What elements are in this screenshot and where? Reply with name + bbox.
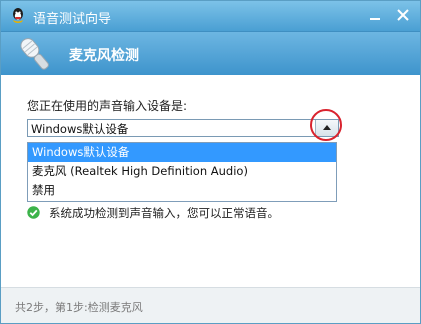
- status-message: 系统成功检测到声音输入，您可以正常语音。: [49, 206, 279, 220]
- device-dropdown-list: Windows默认设备 麦克风 (Realtek High Definition…: [27, 142, 337, 202]
- close-button[interactable]: [393, 5, 413, 25]
- check-circle-icon: [27, 206, 40, 219]
- microphone-icon: [20, 38, 49, 70]
- minimize-icon: [370, 18, 380, 20]
- close-icon: [397, 9, 409, 21]
- dropdown-option-microphone[interactable]: 麦克风 (Realtek High Definition Audio): [28, 162, 336, 181]
- dropdown-option-disabled[interactable]: 禁用: [28, 181, 336, 200]
- voice-test-wizard-window: 语音测试向导 麦克风检测 您正在使用的声音输入设备是: Windows默认设备: [0, 0, 421, 324]
- dropdown-option-windows-default[interactable]: Windows默认设备: [28, 143, 336, 162]
- step-title: 麦克风检测: [69, 48, 139, 64]
- minimize-button[interactable]: [365, 5, 385, 25]
- input-device-prompt: 您正在使用的声音输入设备是:: [27, 99, 188, 113]
- step-progress: 共2步，第1步:检测麦克风: [15, 301, 143, 314]
- highlight-circle: [310, 109, 342, 141]
- window-title: 语音测试向导: [33, 12, 112, 27]
- input-device-select[interactable]: Windows默认设备: [27, 119, 339, 137]
- title-bar[interactable]: 语音测试向导: [1, 1, 420, 32]
- qq-logo-icon: [13, 8, 23, 23]
- step-header: 麦克风检测: [1, 32, 420, 75]
- select-current-value: Windows默认设备: [31, 122, 129, 136]
- wizard-footer: 共2步，第1步:检测麦克风: [1, 287, 420, 323]
